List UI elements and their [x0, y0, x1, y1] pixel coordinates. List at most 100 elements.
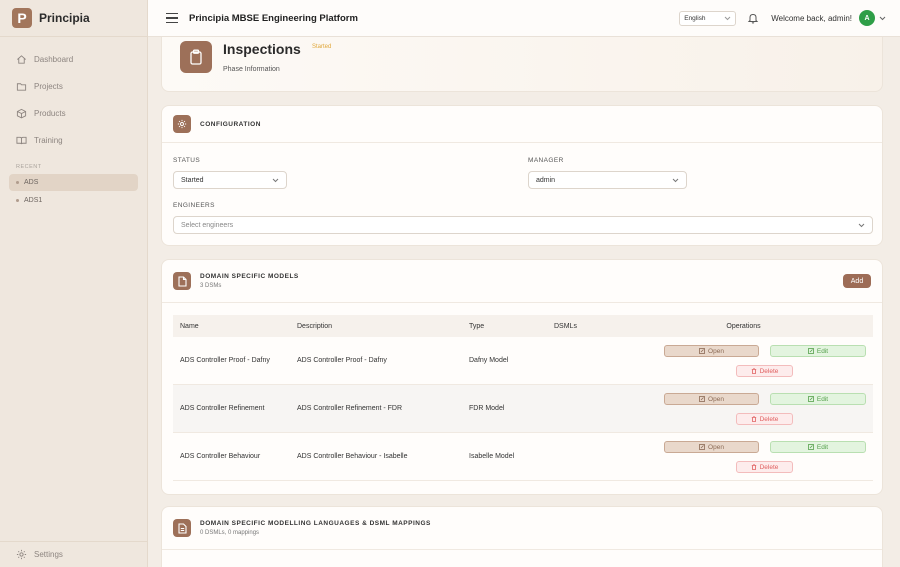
cell-type: FDR Model [469, 405, 505, 412]
phase-card: Inspections Started Phase Information [161, 37, 883, 92]
manager-label: MANAGER [528, 157, 564, 164]
edit-icon [807, 348, 814, 354]
section-title: DOMAIN SPECIFIC MODELLING LANGUAGES & DS… [200, 520, 431, 527]
avatar[interactable]: A [859, 10, 875, 26]
chevron-down-icon [272, 178, 279, 182]
configuration-header: CONFIGURATION [162, 106, 882, 143]
dsm-card: DOMAIN SPECIFIC MODELS 3 DSMs Add Name D… [161, 259, 883, 495]
dsml-card: DOMAIN SPECIFIC MODELLING LANGUAGES & DS… [161, 506, 883, 567]
sidebar-item-label: Projects [34, 82, 63, 91]
open-button[interactable]: Open [664, 393, 759, 405]
sidebar-item-training[interactable]: Training [0, 127, 147, 154]
cube-icon [16, 108, 27, 119]
open-label: Open [708, 347, 724, 355]
status-value: Started [181, 176, 204, 184]
sidebar-item-settings[interactable]: Settings [0, 541, 148, 567]
edit-button[interactable]: Edit [770, 441, 866, 453]
bullet-icon [16, 181, 19, 184]
engineers-select[interactable]: Select engineers [173, 216, 873, 234]
section-count: 3 DSMs [200, 283, 222, 289]
sidebar-item-dashboard[interactable]: Dashboard [0, 46, 147, 73]
sidebar-nav: Dashboard Projects Products Training [0, 37, 147, 154]
sidebar: P Principia Dashboard Projects Products … [0, 0, 148, 567]
cell-type: Dafny Model [469, 357, 509, 364]
cell-operations: Open Edit Delete [614, 337, 873, 384]
sidebar-item-products[interactable]: Products [0, 100, 147, 127]
dsm-table: Name Description Type DSMLs Operations A… [173, 315, 873, 481]
menu-toggle-icon[interactable] [166, 13, 178, 23]
status-label: STATUS [173, 157, 201, 164]
section-title: CONFIGURATION [200, 120, 261, 128]
home-icon [17, 55, 26, 64]
cell-name: ADS Controller Proof - Dafny [180, 357, 270, 364]
gear-icon [16, 549, 27, 560]
column-header[interactable]: Description [297, 323, 469, 330]
bell-icon[interactable] [747, 12, 759, 24]
delete-button[interactable]: Delete [736, 461, 793, 473]
open-button[interactable]: Open [664, 345, 759, 357]
recent-item-label: ADS [24, 179, 39, 186]
cell-operations: Open Edit Delete [614, 433, 873, 480]
cell-description: ADS Controller Proof - Dafny [297, 357, 387, 364]
add-dsm-button[interactable]: Add [843, 274, 871, 288]
section-title: DOMAIN SPECIFIC MODELS [200, 273, 299, 280]
manager-select[interactable]: admin [528, 171, 687, 189]
gear-icon [173, 115, 191, 133]
section-count: 0 DSMLs, 0 mappings [200, 530, 260, 536]
bullet-icon [16, 199, 19, 202]
dsml-header: DOMAIN SPECIFIC MODELLING LANGUAGES & DS… [162, 507, 882, 550]
engineers-label: ENGINEERS [173, 202, 215, 209]
sidebar-item-label: Training [34, 136, 63, 145]
brand[interactable]: P Principia [0, 0, 147, 37]
brand-name: Principia [39, 11, 90, 25]
document-icon [173, 272, 191, 290]
app-title: Principia MBSE Engineering Platform [189, 12, 358, 24]
recent-item-ads1[interactable]: ADS1 [9, 192, 138, 209]
column-header[interactable]: Name [173, 323, 297, 330]
recent-item-label: ADS1 [24, 197, 43, 204]
delete-label: Delete [759, 415, 779, 423]
edit-button[interactable]: Edit [770, 345, 866, 357]
manager-value: admin [536, 176, 556, 184]
trash-icon [751, 416, 756, 422]
column-header[interactable]: Type [469, 323, 554, 330]
cell-type: Isabelle Model [469, 453, 515, 460]
table-header: Name Description Type DSMLs Operations [173, 315, 873, 337]
sidebar-item-projects[interactable]: Projects [0, 73, 147, 100]
delete-label: Delete [759, 367, 779, 375]
chevron-down-icon[interactable] [879, 16, 886, 21]
edit-button[interactable]: Edit [770, 393, 866, 405]
delete-label: Delete [759, 463, 779, 471]
configuration-card: CONFIGURATION STATUS Started MANAGER adm… [161, 105, 883, 246]
status-select[interactable]: Started [173, 171, 287, 189]
sidebar-item-label: Dashboard [34, 55, 74, 64]
table-row: ADS Controller Behaviour ADS Controller … [173, 433, 873, 481]
edit-icon [807, 396, 814, 402]
language-value: English [684, 14, 706, 22]
language-select[interactable]: English [679, 10, 737, 26]
trash-icon [751, 368, 756, 374]
dsm-header: DOMAIN SPECIFIC MODELS 3 DSMs [162, 260, 882, 303]
table-row: ADS Controller Refinement ADS Controller… [173, 385, 873, 433]
open-button[interactable]: Open [664, 441, 759, 453]
page-title: Inspections [223, 41, 301, 57]
sidebar-item-label: Products [34, 109, 66, 118]
document-list-icon [173, 519, 191, 537]
open-label: Open [708, 395, 724, 403]
settings-label: Settings [34, 550, 63, 559]
page-subtitle: Phase Information [223, 66, 280, 73]
welcome-text: Welcome back, admin! [771, 13, 852, 23]
main-content: Inspections Started Phase Information CO… [148, 37, 900, 567]
status-badge: Started [312, 44, 332, 50]
delete-button[interactable]: Delete [736, 413, 793, 425]
edit-label: Edit [816, 395, 829, 403]
chevron-down-icon [724, 16, 731, 20]
recent-item-ads[interactable]: ADS [9, 174, 138, 191]
cell-description: ADS Controller Refinement - FDR [297, 405, 403, 412]
delete-button[interactable]: Delete [736, 365, 793, 377]
column-header[interactable]: DSMLs [554, 323, 614, 330]
clipboard-icon [180, 41, 212, 73]
open-icon [699, 444, 705, 450]
folder-icon [16, 83, 27, 91]
chevron-down-icon [858, 223, 865, 227]
